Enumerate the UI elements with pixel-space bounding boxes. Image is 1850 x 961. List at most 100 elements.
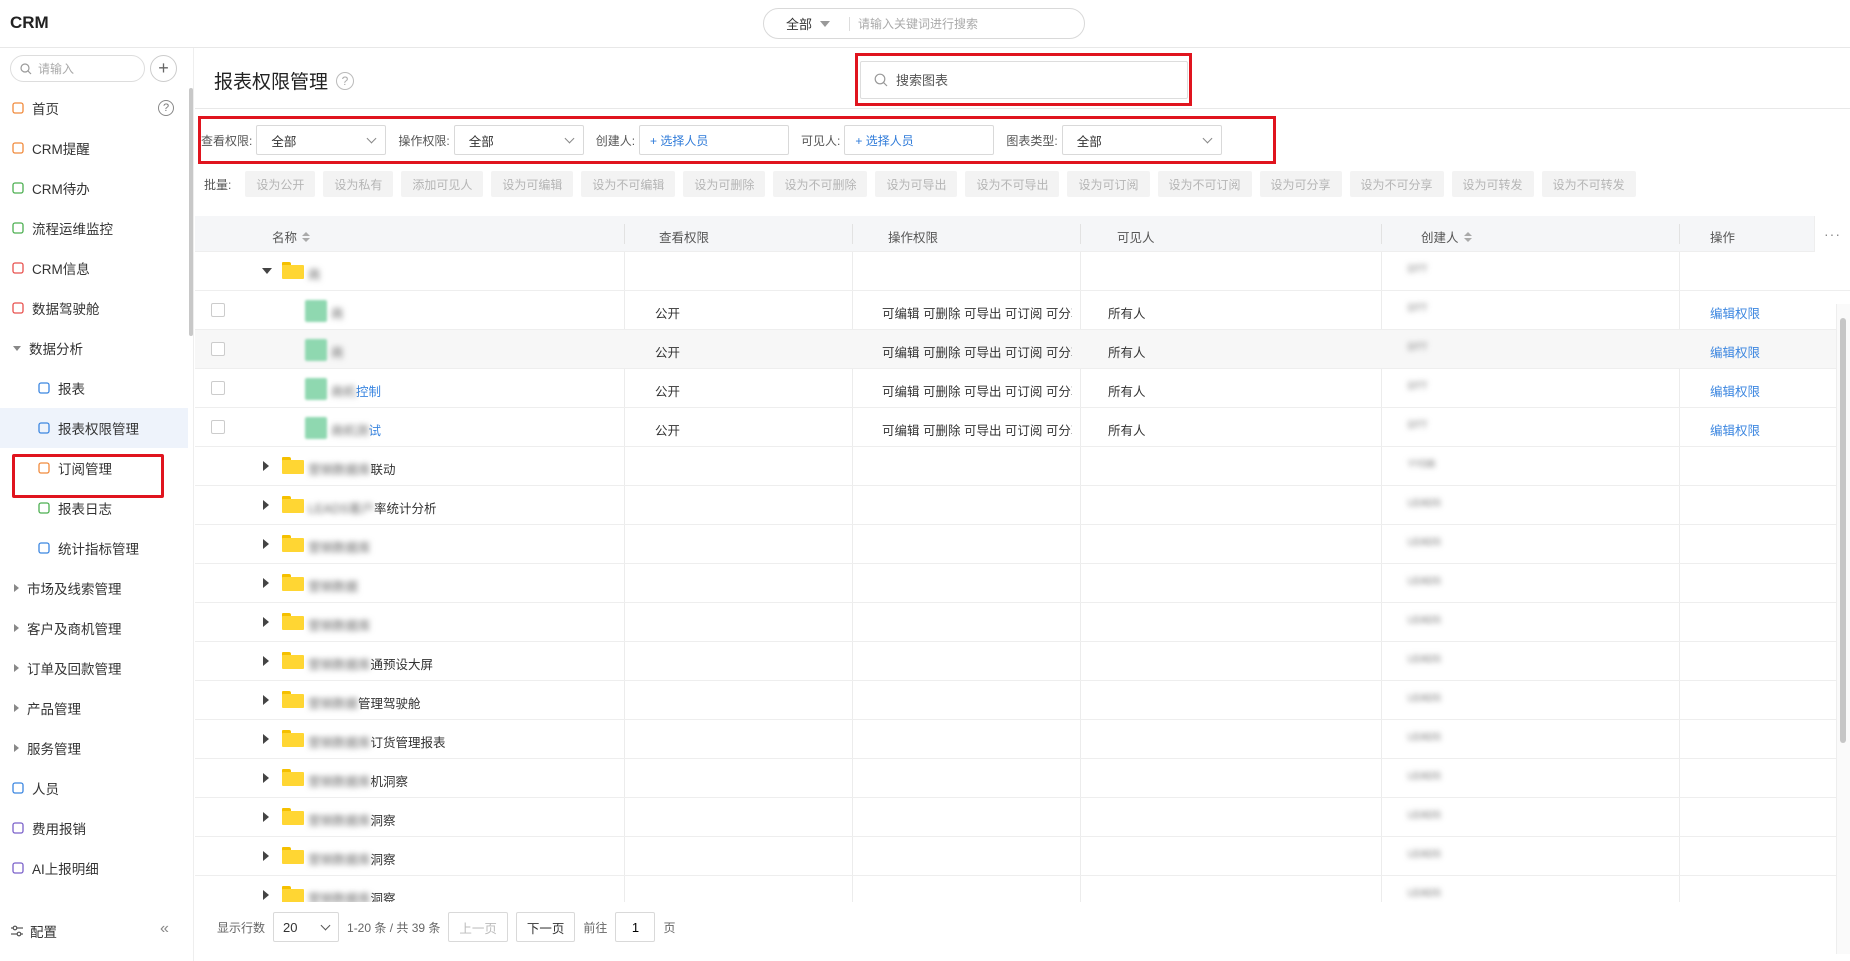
sidebar-item-3[interactable]: 流程运维监控 bbox=[0, 208, 188, 248]
row-name[interactable]: 营销数据库洞察 bbox=[308, 849, 396, 868]
row-checkbox[interactable] bbox=[211, 381, 225, 395]
collapse-icon[interactable]: « bbox=[160, 920, 169, 938]
expand-right-icon[interactable] bbox=[263, 812, 269, 822]
table-row[interactable]: LEADS客户率统计分析 LEADS bbox=[195, 486, 1850, 525]
help-icon[interactable]: ? bbox=[158, 100, 174, 116]
edit-permission-link[interactable]: 编辑权限 bbox=[1710, 342, 1760, 361]
more-icon[interactable]: ··· bbox=[1814, 216, 1850, 252]
row-name[interactable]: LEADS客户率统计分析 bbox=[308, 498, 437, 517]
table-row[interactable]: 营销数据库 LEADS bbox=[195, 525, 1850, 564]
expand-right-icon[interactable] bbox=[263, 695, 269, 705]
sidebar-item-5[interactable]: 数据驾驶舱 bbox=[0, 288, 188, 328]
table-row[interactable]: 营销数据库机洞察 LEADS bbox=[195, 759, 1850, 798]
table-row[interactable]: 商机测试 公开 可编辑 可删除 可导出 可订阅 可分享 所有人 编辑权限 DTT bbox=[195, 408, 1850, 447]
batch-button-1[interactable]: 设为私有 bbox=[323, 171, 394, 197]
table-row[interactable]: 营销数据库 LEADS bbox=[195, 603, 1850, 642]
sidebar-item-16[interactable]: 服务管理 bbox=[0, 728, 188, 768]
expand-right-icon[interactable] bbox=[263, 617, 269, 627]
edit-permission-link[interactable]: 编辑权限 bbox=[1710, 381, 1760, 400]
table-row[interactable]: 营销数据库洞察 LEADS bbox=[195, 798, 1850, 837]
table-row[interactable]: 营销数据库通预设大屏 LEADS bbox=[195, 642, 1850, 681]
add-icon[interactable]: + bbox=[150, 55, 177, 82]
page-number-input[interactable] bbox=[615, 912, 656, 942]
batch-button-9[interactable]: 设为可订阅 bbox=[1067, 171, 1150, 197]
batch-button-10[interactable]: 设为不可订阅 bbox=[1157, 171, 1252, 197]
sidebar-item-18[interactable]: 费用报销 bbox=[0, 808, 188, 848]
batch-button-6[interactable]: 设为不可删除 bbox=[773, 171, 868, 197]
sidebar-item-19[interactable]: AI上报明细 bbox=[0, 848, 188, 888]
prev-page-button[interactable]: 上一页 bbox=[448, 912, 508, 942]
row-name[interactable]: 营销数据库 bbox=[308, 537, 371, 556]
sidebar-config[interactable]: 配置 bbox=[10, 921, 57, 941]
expand-right-icon[interactable] bbox=[263, 890, 269, 900]
row-name[interactable]: 营销数据库订货管理报表 bbox=[308, 732, 446, 751]
expand-right-icon[interactable] bbox=[263, 500, 269, 510]
batch-button-5[interactable]: 设为可删除 bbox=[683, 171, 766, 197]
batch-button-13[interactable]: 设为可转发 bbox=[1451, 171, 1534, 197]
rows-per-page-select[interactable]: 20 bbox=[273, 912, 340, 942]
expand-right-icon[interactable] bbox=[263, 656, 269, 666]
expand-right-icon[interactable] bbox=[263, 734, 269, 744]
sidebar-item-0[interactable]: 首页? bbox=[0, 88, 188, 128]
table-row[interactable]: 营销数据库联动 YYDB bbox=[195, 447, 1850, 486]
expand-down-icon[interactable] bbox=[262, 268, 272, 274]
expand-right-icon[interactable] bbox=[263, 773, 269, 783]
sidebar-item-14[interactable]: 订单及回款管理 bbox=[0, 648, 188, 688]
expand-right-icon[interactable] bbox=[263, 461, 269, 471]
sidebar-item-13[interactable]: 客户及商机管理 bbox=[0, 608, 188, 648]
table-row[interactable]: 营销数据库洞察 LEADS bbox=[195, 837, 1850, 876]
global-search-input[interactable] bbox=[858, 16, 1058, 31]
sidebar-item-7[interactable]: 报表 bbox=[0, 368, 188, 408]
batch-button-11[interactable]: 设为可分享 bbox=[1259, 171, 1342, 197]
row-name[interactable]: 营销数据库机洞察 bbox=[308, 771, 408, 790]
table-row[interactable]: 营销数据管理驾驶舱 LEADS bbox=[195, 681, 1850, 720]
search-scope-select[interactable]: 全部 bbox=[764, 14, 849, 33]
batch-button-3[interactable]: 设为可编辑 bbox=[491, 171, 574, 197]
row-name[interactable]: 营销数据库洞察 bbox=[308, 888, 396, 902]
col-creator[interactable]: 创建人 bbox=[1421, 227, 1472, 246]
sidebar-item-15[interactable]: 产品管理 bbox=[0, 688, 188, 728]
row-name[interactable]: 营销数据库联动 bbox=[308, 459, 396, 478]
row-name[interactable]: 商机控制 bbox=[331, 381, 381, 400]
row-checkbox[interactable] bbox=[211, 420, 225, 434]
sidebar-item-2[interactable]: CRM待办 bbox=[0, 168, 188, 208]
batch-button-4[interactable]: 设为不可编辑 bbox=[581, 171, 676, 197]
batch-button-0[interactable]: 设为公开 bbox=[245, 171, 316, 197]
table-scrollbar[interactable] bbox=[1840, 318, 1846, 743]
sidebar-item-12[interactable]: 市场及线索管理 bbox=[0, 568, 188, 608]
table-row[interactable]: 营销数据库订货管理报表 LEADS bbox=[195, 720, 1850, 759]
row-name[interactable]: 营销数据库通预设大屏 bbox=[308, 654, 433, 673]
table-row[interactable]: 商机控制 公开 可编辑 可删除 可导出 可订阅 可分享 所有人 编辑权限 DTT bbox=[195, 369, 1850, 408]
row-name[interactable]: 商机测试 bbox=[331, 420, 381, 439]
row-name[interactable]: 营销数据库洞察 bbox=[308, 810, 396, 829]
table-row[interactable]: 商 公开 可编辑 可删除 可导出 可订阅 可分享 所有人 编辑权限 DTT bbox=[195, 291, 1850, 330]
row-name[interactable]: 营销数据管理驾驶舱 bbox=[308, 693, 421, 712]
table-row[interactable]: 商 DTT bbox=[195, 252, 1850, 291]
row-checkbox[interactable] bbox=[211, 303, 225, 317]
row-name[interactable]: 营销数据库 bbox=[308, 615, 371, 634]
batch-button-14[interactable]: 设为不可转发 bbox=[1541, 171, 1636, 197]
table-row[interactable]: 营销数据 LEADS bbox=[195, 564, 1850, 603]
row-name[interactable]: 商 bbox=[308, 264, 321, 283]
batch-button-2[interactable]: 添加可见人 bbox=[401, 171, 484, 197]
sidebar-scrollbar[interactable] bbox=[189, 88, 193, 336]
col-name[interactable]: 名称 bbox=[272, 227, 311, 246]
edit-permission-link[interactable]: 编辑权限 bbox=[1710, 303, 1760, 322]
sidebar-item-8[interactable]: 报表权限管理 bbox=[0, 408, 188, 448]
sidebar-item-11[interactable]: 统计指标管理 bbox=[0, 528, 188, 568]
batch-button-12[interactable]: 设为不可分享 bbox=[1349, 171, 1444, 197]
batch-button-7[interactable]: 设为可导出 bbox=[875, 171, 958, 197]
table-row[interactable]: 营销数据库洞察 LEADS bbox=[195, 876, 1850, 902]
next-page-button[interactable]: 下一页 bbox=[515, 912, 576, 942]
row-name[interactable]: 商 bbox=[331, 342, 344, 361]
table-row[interactable]: 商 公开 可编辑 可删除 可导出 可订阅 可分享 所有人 编辑权限 DTT bbox=[195, 330, 1850, 369]
sidebar-item-17[interactable]: 人员 bbox=[0, 768, 188, 808]
sidebar-item-4[interactable]: CRM信息 bbox=[0, 248, 188, 288]
sidebar-item-6[interactable]: 数据分析 bbox=[0, 328, 188, 368]
expand-right-icon[interactable] bbox=[263, 539, 269, 549]
help-icon[interactable]: ? bbox=[336, 71, 355, 90]
batch-button-8[interactable]: 设为不可导出 bbox=[965, 171, 1060, 197]
expand-right-icon[interactable] bbox=[263, 851, 269, 861]
row-name[interactable]: 营销数据 bbox=[308, 576, 358, 595]
sidebar-item-1[interactable]: CRM提醒 bbox=[0, 128, 188, 168]
